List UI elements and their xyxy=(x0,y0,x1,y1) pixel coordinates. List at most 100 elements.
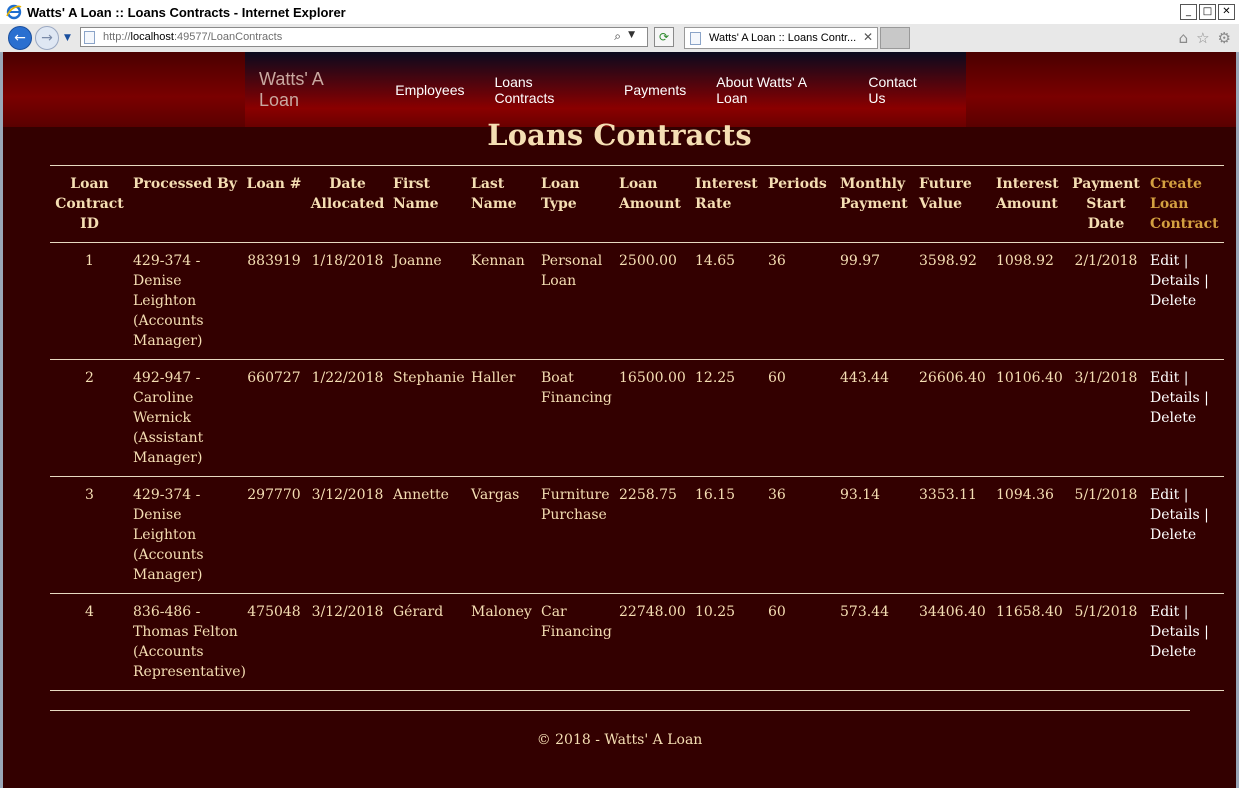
nav-payments[interactable]: Payments xyxy=(624,82,686,98)
cell-interest-rate: 12.25 xyxy=(691,359,764,477)
favorites-star-icon[interactable]: ☆ xyxy=(1196,29,1209,47)
arrow-left-icon: ← xyxy=(14,30,26,46)
action-separator: | xyxy=(1204,390,1209,406)
cell-last-name: Kennan xyxy=(467,242,537,360)
col-header-last-name: Last Name xyxy=(467,165,537,243)
cell-interest-amount: 11658.40 xyxy=(992,593,1066,691)
table-row: 3 429-374 - Denise Leighton (Accounts Ma… xyxy=(50,476,1224,594)
delete-link[interactable]: Delete xyxy=(1150,527,1196,543)
cell-payment-start: 2/1/2018 xyxy=(1066,242,1146,360)
cell-loan-type: Furniture Purchase xyxy=(537,476,615,594)
cell-loan-amount: 22748.00 xyxy=(615,593,691,691)
create-loan-contract-link[interactable]: Create Loan Contract xyxy=(1146,165,1224,243)
cell-monthly-payment: 573.44 xyxy=(836,593,915,691)
cell-interest-rate: 10.25 xyxy=(691,593,764,691)
details-link[interactable]: Details xyxy=(1150,507,1200,523)
cell-processed-by: 836-486 - Thomas Felton (Accounts Repres… xyxy=(129,593,246,691)
refresh-icon: ⟳ xyxy=(658,30,670,44)
cell-date-allocated: 3/12/2018 xyxy=(306,476,389,594)
cell-interest-rate: 14.65 xyxy=(691,242,764,360)
cell-date-allocated: 1/22/2018 xyxy=(306,359,389,477)
site-brand[interactable]: Watts' A Loan xyxy=(259,69,365,111)
table-row: 4 836-486 - Thomas Felton (Accounts Repr… xyxy=(50,593,1224,691)
cell-future-value: 3353.11 xyxy=(915,476,992,594)
cell-periods: 36 xyxy=(764,476,836,594)
details-link[interactable]: Details xyxy=(1150,624,1200,640)
cell-contract-id: 1 xyxy=(50,242,129,360)
history-dropdown[interactable]: ▼ xyxy=(64,33,71,43)
cell-loan-amount: 16500.00 xyxy=(615,359,691,477)
delete-link[interactable]: Delete xyxy=(1150,644,1196,660)
search-icon[interactable]: ⌕ xyxy=(614,29,621,44)
table-row: 1 429-374 - Denise Leighton (Accounts Ma… xyxy=(50,242,1224,360)
gear-icon[interactable]: ⚙ xyxy=(1218,29,1231,47)
maximize-button[interactable]: □ xyxy=(1199,4,1216,20)
cell-loan-amount: 2500.00 xyxy=(615,242,691,360)
cell-periods: 60 xyxy=(764,359,836,477)
address-dropdown-icon[interactable]: ▼ xyxy=(628,30,635,40)
edit-link[interactable]: Edit xyxy=(1150,604,1179,620)
cell-processed-by: 492-947 - Caroline Wernick (Assistant Ma… xyxy=(129,359,242,477)
tab-close-icon[interactable]: ✕ xyxy=(863,30,873,44)
back-button[interactable]: ← xyxy=(8,26,32,50)
tab-label: Watts' A Loan :: Loans Contr... xyxy=(709,32,857,44)
col-header-payment-start: Payment Start Date xyxy=(1066,165,1146,243)
delete-link[interactable]: Delete xyxy=(1150,410,1196,426)
forward-button[interactable]: → xyxy=(35,26,59,50)
cell-monthly-payment: 99.97 xyxy=(836,242,915,360)
cell-future-value: 34406.40 xyxy=(915,593,992,691)
browser-tab[interactable]: Watts' A Loan :: Loans Contr... ✕ xyxy=(684,27,878,49)
cell-last-name: Maloney xyxy=(467,593,537,691)
address-url[interactable]: http://localhost:49577/LoanContracts xyxy=(103,31,282,43)
col-header-contract-id: Loan Contract ID xyxy=(50,165,129,243)
cell-last-name: Haller xyxy=(467,359,537,477)
edit-link[interactable]: Edit xyxy=(1150,370,1179,386)
cell-loan-type: Car Financing xyxy=(537,593,615,691)
nav-loans-contracts[interactable]: Loans Contracts xyxy=(495,74,595,106)
close-window-button[interactable]: ✕ xyxy=(1218,4,1235,20)
cell-date-allocated: 1/18/2018 xyxy=(306,242,389,360)
url-path: :49577/LoanContracts xyxy=(173,31,283,43)
chevron-down-icon: ▼ xyxy=(64,33,71,43)
details-link[interactable]: Details xyxy=(1150,390,1200,406)
action-separator: | xyxy=(1183,370,1189,386)
url-host: localhost xyxy=(130,31,174,43)
cell-loan-number: 883919 xyxy=(242,242,306,360)
cell-periods: 36 xyxy=(764,242,836,360)
edit-link[interactable]: Edit xyxy=(1150,487,1179,503)
action-separator: | xyxy=(1183,487,1189,503)
loan-contracts-table: Loan Contract ID Processed By Loan # Dat… xyxy=(50,165,1224,691)
cell-loan-number: 475048 xyxy=(242,593,306,691)
details-link[interactable]: Details xyxy=(1150,273,1200,289)
edit-link[interactable]: Edit xyxy=(1150,253,1179,269)
cell-payment-start: 5/1/2018 xyxy=(1066,593,1146,691)
col-header-periods: Periods xyxy=(764,165,836,243)
browser-tools: ⌂ ☆ ⚙ xyxy=(1179,29,1231,47)
minimize-button[interactable]: _ xyxy=(1180,4,1197,20)
nav-contact[interactable]: Contact Us xyxy=(868,74,936,106)
page-footer: © 2018 - Watts' A Loan xyxy=(536,732,703,748)
delete-link[interactable]: Delete xyxy=(1150,293,1196,309)
cell-contract-id: 3 xyxy=(50,476,129,594)
cell-contract-id: 2 xyxy=(50,359,129,477)
cell-date-allocated: 3/12/2018 xyxy=(306,593,389,691)
col-header-monthly-payment: Monthly Payment xyxy=(836,165,915,243)
row-actions: Edit | Details | Delete xyxy=(1146,476,1224,594)
site-navbar: Watts' A Loan Employees Loans Contracts … xyxy=(245,52,966,127)
new-tab-button[interactable] xyxy=(880,27,910,49)
nav-about[interactable]: About Watts' A Loan xyxy=(716,74,838,106)
browser-toolbar: ← → ▼ http://localhost:49577/LoanContrac… xyxy=(0,24,1239,53)
cell-first-name: Annette xyxy=(389,476,467,594)
refresh-button[interactable]: ⟳ xyxy=(654,27,674,47)
action-separator: | xyxy=(1183,604,1189,620)
col-header-future-value: Future Value xyxy=(915,165,992,243)
col-header-processed-by: Processed By xyxy=(129,165,242,243)
cell-loan-type: Boat Financing xyxy=(537,359,615,477)
cell-interest-amount: 1098.92 xyxy=(992,242,1066,360)
cell-first-name: Joanne xyxy=(389,242,467,360)
cell-payment-start: 5/1/2018 xyxy=(1066,476,1146,594)
window-title: Watts' A Loan :: Loans Contracts - Inter… xyxy=(27,4,346,20)
address-bar[interactable]: http://localhost:49577/LoanContracts ⌕ ▼ xyxy=(80,27,648,47)
home-icon[interactable]: ⌂ xyxy=(1179,29,1189,47)
nav-employees[interactable]: Employees xyxy=(395,82,464,98)
